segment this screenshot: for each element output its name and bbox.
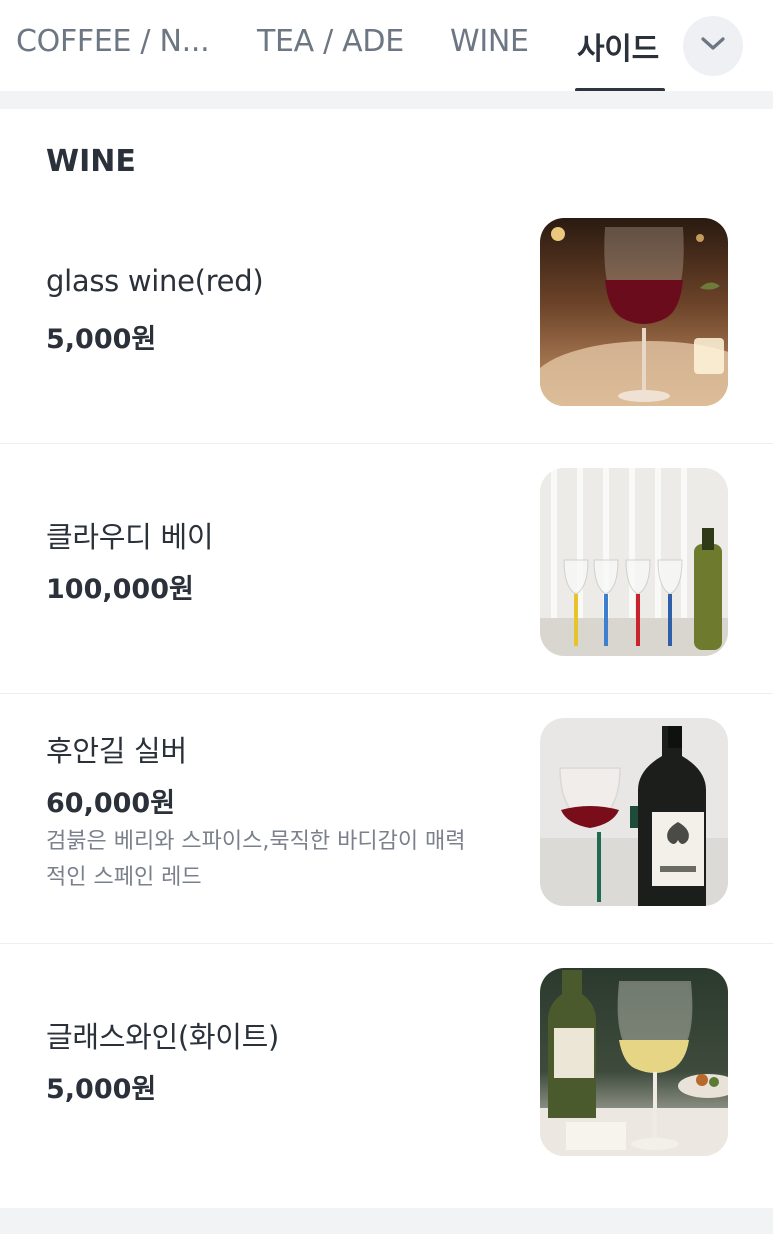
menu-item[interactable]: glass wine(red) 5,000원 [0, 190, 773, 443]
tab-wine[interactable]: WINE [450, 24, 529, 59]
chevron-down-icon [700, 36, 726, 56]
menu-item[interactable]: 클라우디 베이 100,000원 [0, 444, 773, 693]
item-price: 5,000원 [46, 324, 157, 355]
menu-item[interactable]: 후안길 실버 60,000원 검붉은 베리와 스파이스,묵직한 바디감이 매력적… [0, 694, 773, 943]
white-wine-glass-photo [540, 968, 728, 1156]
tab-side[interactable]: 사이드 [577, 24, 659, 68]
item-name: glass wine(red) [46, 264, 264, 298]
item-name: 클라우디 베이 [46, 520, 214, 554]
tab-tea-ade[interactable]: TEA / ADE [257, 24, 404, 59]
item-price: 5,000원 [46, 1074, 157, 1105]
colored-stem-glasses-photo [540, 468, 728, 656]
juan-gil-bottle-photo [540, 718, 728, 906]
item-price: 100,000원 [46, 574, 194, 605]
red-wine-glass-photo [540, 218, 728, 406]
item-name: 후안길 실버 [46, 734, 187, 768]
item-description: 검붉은 베리와 스파이스,묵직한 바디감이 매력적인 스페인 레드 [46, 829, 466, 890]
top-separator [0, 91, 773, 109]
tab-coffee[interactable]: COFFEE / N... [16, 24, 210, 59]
bottom-separator [0, 1208, 773, 1234]
category-tab-bar: COFFEE / N... TEA / ADE WINE 사이드 [0, 0, 773, 91]
item-name: 글래스와인(화이트) [46, 1020, 280, 1054]
item-price: 60,000원 [46, 788, 176, 819]
expand-tabs-button[interactable] [683, 16, 743, 76]
menu-item[interactable]: 글래스와인(화이트) 5,000원 [0, 944, 773, 1208]
section-title: WINE [46, 144, 136, 179]
